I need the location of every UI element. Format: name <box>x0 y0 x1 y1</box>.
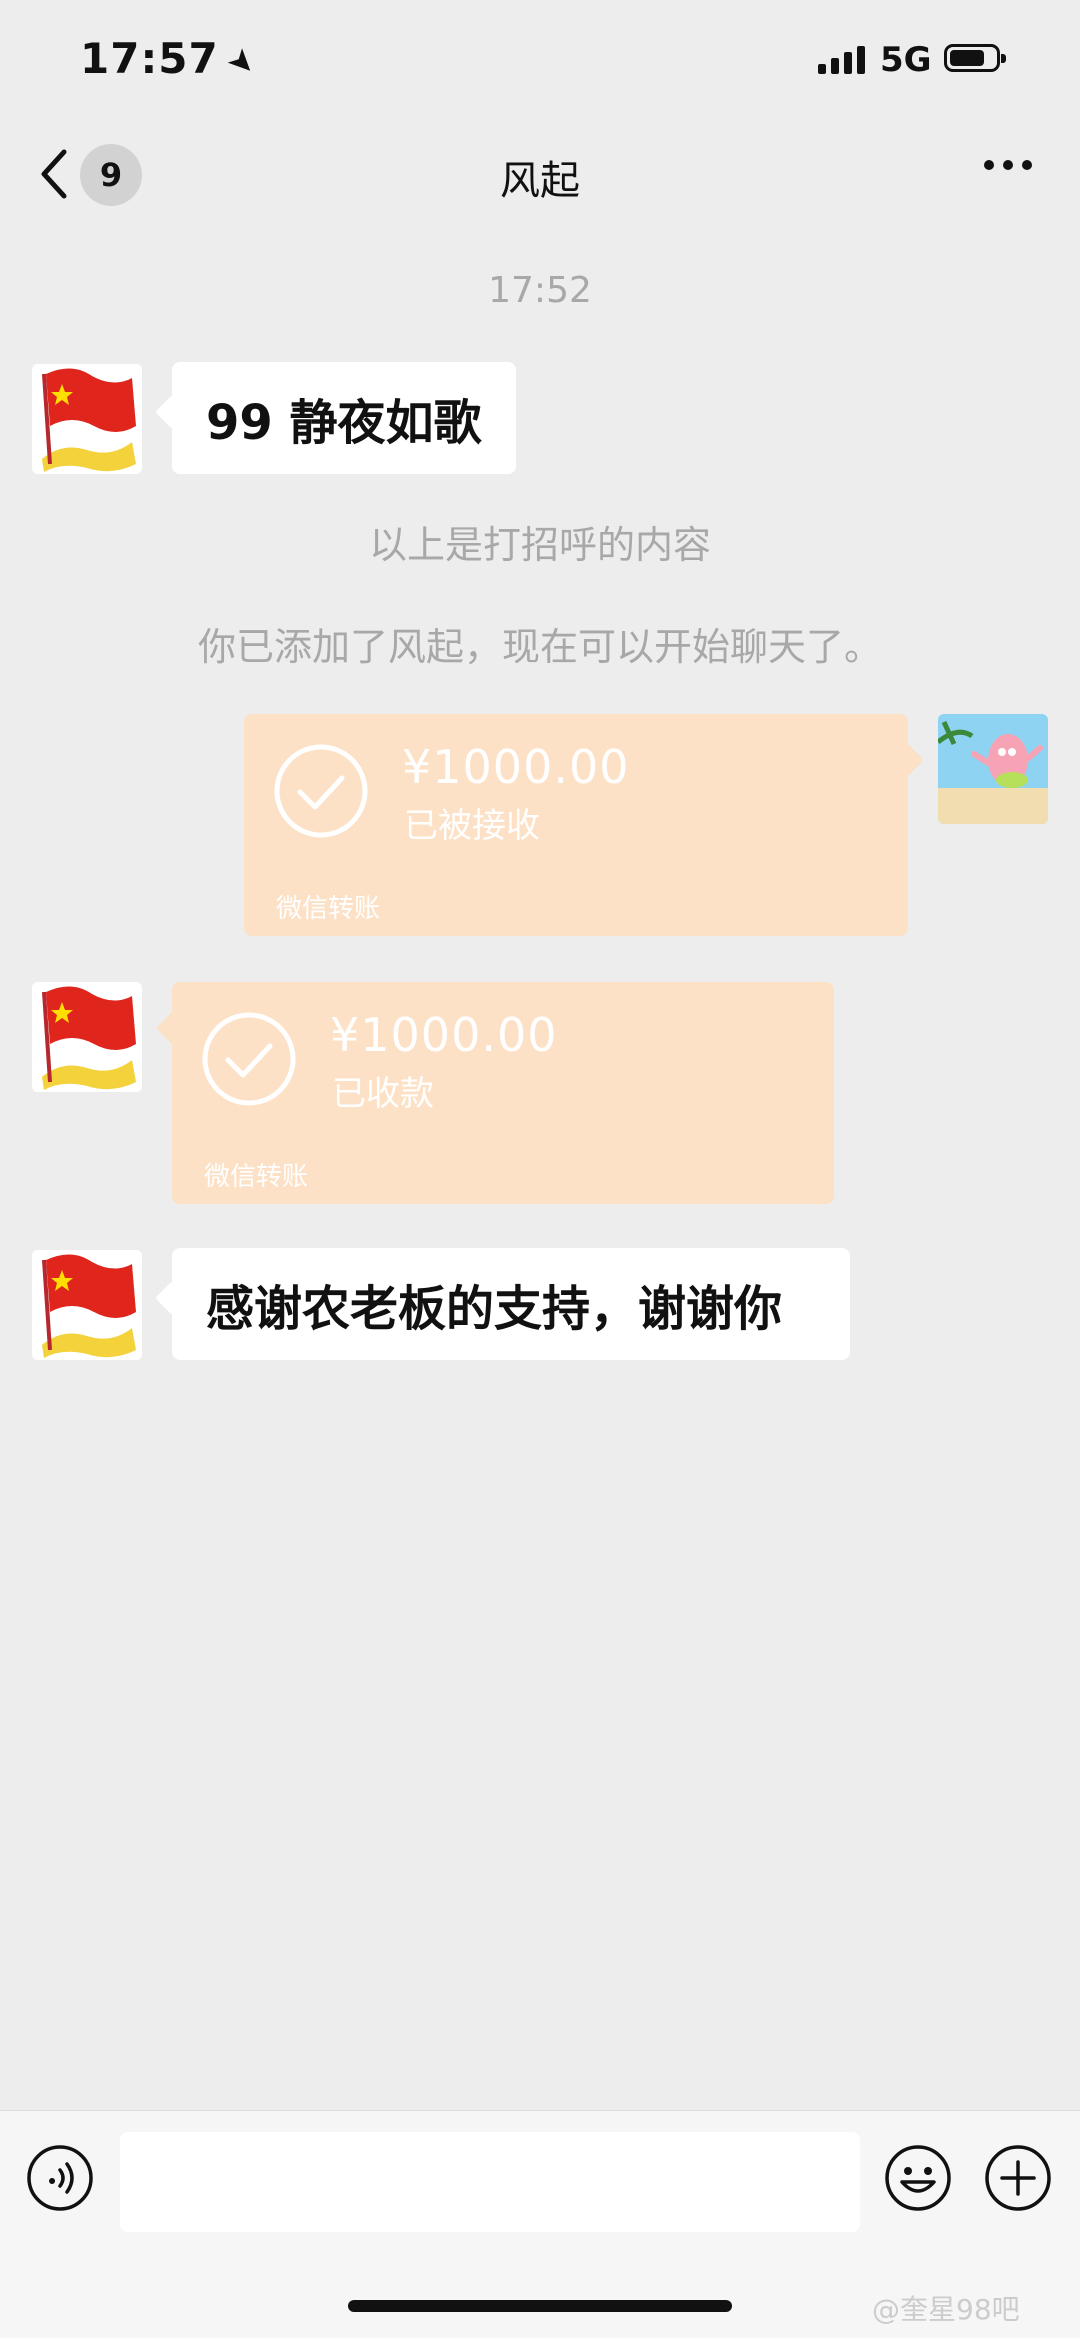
watermark: @奎星98吧 <box>872 2293 1020 2326</box>
message-bubble[interactable]: 感谢农老板的支持，谢谢你 <box>172 1248 850 1360</box>
voice-button[interactable] <box>26 2144 94 2212</box>
transfer-amount: ¥1000.00 <box>402 740 630 794</box>
more-dots-icon <box>984 160 994 170</box>
transfer-status: 已被接收 <box>404 806 540 846</box>
my-avatar[interactable] <box>938 714 1048 824</box>
plus-icon <box>985 2145 1051 2211</box>
chat-title: 风起 <box>500 158 580 204</box>
message-bubble[interactable]: 99 静夜如歌 <box>172 362 516 474</box>
check-circle-icon <box>274 744 368 838</box>
voice-icon <box>27 2145 93 2211</box>
emoji-icon <box>885 2145 951 2211</box>
system-message: 以上是打招呼的内容 <box>368 523 711 567</box>
contact-avatar[interactable] <box>32 1250 142 1360</box>
signal-icon <box>818 46 865 74</box>
chat-timestamp: 17:52 <box>488 270 592 311</box>
plus-button[interactable] <box>984 2144 1052 2212</box>
emoji-button[interactable] <box>884 2144 952 2212</box>
location-arrow-icon: ➤ <box>219 38 266 86</box>
status-time: 17:57➤ <box>80 34 266 86</box>
battery-icon <box>944 44 1006 72</box>
contact-avatar[interactable] <box>32 364 142 474</box>
system-message: 你已添加了风起，现在可以开始聊天了。 <box>197 625 882 669</box>
transfer-status: 已收款 <box>332 1074 434 1114</box>
transfer-card[interactable]: ¥1000.00 已收款 微信转账 <box>172 982 834 1204</box>
contact-avatar[interactable] <box>32 982 142 1092</box>
transfer-amount: ¥1000.00 <box>330 1008 558 1062</box>
more-button[interactable] <box>984 160 1032 170</box>
transfer-label: 微信转账 <box>204 1162 309 1192</box>
network-type: 5G <box>880 40 932 80</box>
transfer-card[interactable]: ¥1000.00 已被接收 微信转账 <box>244 714 908 936</box>
transfer-label: 微信转账 <box>276 894 381 924</box>
check-circle-icon <box>202 1012 296 1106</box>
message-input[interactable] <box>120 2132 860 2232</box>
home-indicator[interactable] <box>348 2300 732 2312</box>
